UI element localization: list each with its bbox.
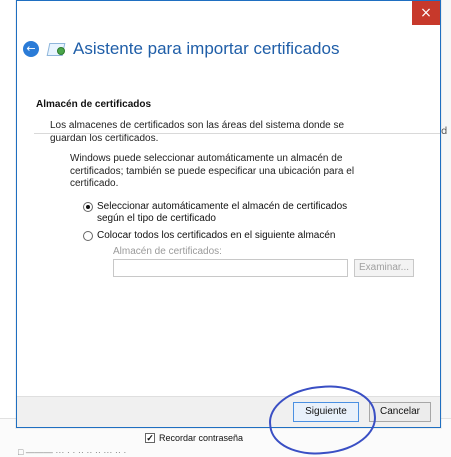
screen: d × ← Asistente para importar certificad… <box>0 0 451 457</box>
dialog-footer: Siguiente Cancelar <box>17 396 440 427</box>
store-options: Windows puede seleccionar automáticament… <box>70 153 420 277</box>
back-button[interactable]: ← <box>23 41 39 57</box>
certificate-store-label: Almacén de certificados: <box>113 246 222 257</box>
remember-password-row[interactable]: ✓ Recordar contraseña <box>145 433 243 443</box>
background-edge-text: d <box>441 126 448 137</box>
wizard-header: ← Asistente para importar certificados <box>17 29 440 69</box>
remember-password-label: Recordar contraseña <box>159 433 244 443</box>
auto-select-store-option[interactable]: Seleccionar automáticamente el almacén d… <box>83 201 420 226</box>
store-section: Almacén de certificados Los almacenes de… <box>36 99 430 145</box>
certificate-import-wizard-dialog: × ← Asistente para importar certificados… <box>16 0 441 428</box>
close-button[interactable]: × <box>412 1 440 25</box>
place-all-radio[interactable] <box>83 230 93 241</box>
intro-text: Windows puede seleccionar automáticament… <box>70 153 355 189</box>
window-titlebar: × <box>17 1 440 29</box>
place-all-label: Colocar todos los certificados en el sig… <box>97 229 336 241</box>
place-all-certificates-option[interactable]: Colocar todos los certificados en el sig… <box>83 230 420 243</box>
remember-password-checkbox[interactable]: ✓ <box>145 433 155 443</box>
auto-select-label: Seleccionar automáticamente el almacén d… <box>97 200 348 225</box>
auto-select-radio[interactable] <box>83 201 93 212</box>
certificate-icon <box>46 41 67 57</box>
browse-button[interactable]: Examinar... <box>354 259 414 277</box>
next-button[interactable]: Siguiente <box>293 402 359 422</box>
certificate-store-input[interactable] <box>113 259 348 277</box>
section-title: Almacén de certificados <box>36 99 152 110</box>
cancel-button[interactable]: Cancelar <box>369 402 431 422</box>
bottom-background-text: □ ——— ··· · · ·· ·· ·· ··· ·· · <box>18 447 127 457</box>
certificate-seal-icon <box>57 47 65 55</box>
section-divider <box>34 133 440 134</box>
certificate-store-row: Examinar... <box>113 259 420 277</box>
wizard-title: Asistente para importar certificados <box>73 39 340 58</box>
